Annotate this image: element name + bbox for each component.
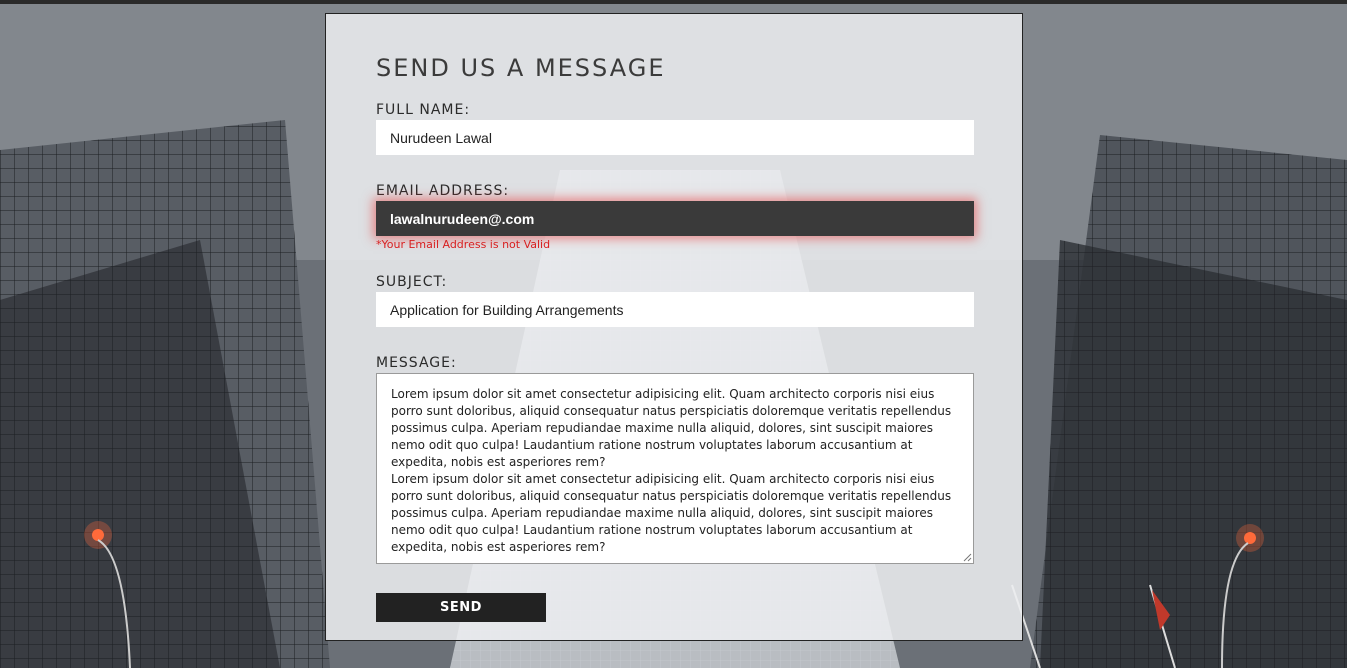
message-label: MESSAGE:	[376, 355, 457, 371]
form-title: SEND US A MESSAGE	[376, 54, 666, 82]
subject-label: SUBJECT:	[376, 274, 448, 290]
email-error-message: *Your Email Address is not Valid	[376, 238, 551, 251]
email-label: EMAIL ADDRESS:	[376, 183, 510, 199]
email-input[interactable]: lawalnurudeen@.com	[376, 201, 974, 236]
full-name-label: FULL NAME:	[376, 102, 471, 118]
top-edge-bar	[0, 0, 1347, 4]
resize-grip-icon[interactable]	[962, 552, 972, 562]
message-paragraph-1: Lorem ipsum dolor sit amet consectetur a…	[391, 387, 952, 469]
message-paragraph-2: Lorem ipsum dolor sit amet consectetur a…	[391, 472, 952, 554]
full-name-input[interactable]: Nurudeen Lawal	[376, 120, 974, 155]
contact-form: SEND US A MESSAGE FULL NAME: Nurudeen La…	[325, 13, 1023, 641]
message-textarea[interactable]: Lorem ipsum dolor sit amet consectetur a…	[376, 373, 974, 564]
send-button[interactable]: SEND	[376, 593, 546, 622]
subject-input[interactable]: Application for Building Arrangements	[376, 292, 974, 327]
